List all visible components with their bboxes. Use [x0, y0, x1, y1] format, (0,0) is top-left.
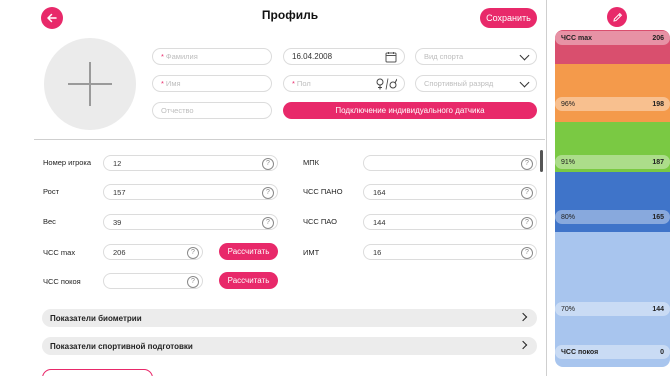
hr-zone-percent: ЧСС покоя: [561, 348, 599, 356]
hr-zone-band: 91% 187: [555, 122, 670, 172]
hr-pao-input[interactable]: 144 ?: [363, 214, 537, 230]
edit-button[interactable]: [607, 7, 627, 27]
pencil-icon: [612, 12, 622, 22]
height-label: Рост: [43, 187, 60, 196]
player-number-input[interactable]: 12 ?: [103, 155, 278, 171]
hr-rest-label: ЧСС покоя: [43, 277, 81, 286]
help-icon[interactable]: ?: [521, 216, 533, 229]
lastname-field[interactable]: * Фамилия: [152, 48, 272, 65]
rank-select[interactable]: Спортивный разряд: [415, 75, 537, 92]
hr-zone-label: 70% 144: [555, 302, 670, 316]
player-number-label: Номер игрока: [43, 158, 92, 167]
help-icon[interactable]: ?: [262, 216, 274, 229]
mpk-label: МПК: [303, 158, 320, 167]
gender-icon[interactable]: [375, 78, 397, 90]
firstname-field[interactable]: * Имя: [152, 75, 272, 92]
help-icon[interactable]: ?: [521, 157, 533, 170]
connect-sensor-button[interactable]: Подключение индивидуального датчика: [283, 102, 537, 119]
sports-training-section[interactable]: Показатели спортивной подготовки: [42, 337, 537, 355]
hr-zone-value: 187: [652, 158, 664, 166]
bmi-input[interactable]: 16 ?: [363, 244, 537, 260]
bottom-action-button[interactable]: [42, 369, 153, 376]
birthdate-field[interactable]: 16.04.2008: [283, 48, 405, 65]
hr-zone-percent: 70%: [561, 305, 576, 313]
chevron-down-icon: [519, 77, 530, 88]
hr-zone-percent: ЧСС max: [561, 34, 592, 42]
hr-zones-bar: ЧСС max 206 96% 198 91% 187 80% 165 70% 144 ЧСС по…: [555, 30, 670, 367]
hr-zone-band: 70% 144: [555, 232, 670, 322]
hr-pano-label: ЧСС ПАНО: [303, 187, 343, 196]
hr-max-input[interactable]: 206 ?: [103, 244, 203, 260]
hr-zone-value: 198: [652, 100, 664, 108]
profile-main-panel: Профиль Сохранить * Фамилия 16.04.2008 Ви…: [0, 0, 546, 376]
hr-pao-label: ЧСС ПАО: [303, 217, 337, 226]
weight-input[interactable]: 39 ?: [103, 214, 278, 230]
scrollbar[interactable]: [540, 150, 543, 172]
patronymic-field[interactable]: Отчество: [152, 102, 272, 119]
hr-zone-percent: 96%: [561, 100, 576, 108]
bmi-label: ИМТ: [303, 248, 320, 257]
help-icon[interactable]: ?: [262, 157, 274, 170]
height-input[interactable]: 157 ?: [103, 184, 278, 200]
hr-zone-value: 206: [652, 34, 664, 42]
help-icon[interactable]: ?: [187, 275, 199, 288]
hr-zone-label: 91% 187: [555, 155, 670, 169]
weight-label: Вес: [43, 217, 56, 226]
section-divider: [34, 139, 545, 140]
calculate-hr-max-button[interactable]: Рассчитать: [219, 243, 278, 260]
biometrics-section[interactable]: Показатели биометрии: [42, 309, 537, 327]
hr-zone-value: 165: [652, 213, 664, 221]
help-icon[interactable]: ?: [521, 186, 533, 199]
hr-zone-percent: 80%: [561, 213, 576, 221]
hr-zone-band: 96% 198: [555, 64, 670, 122]
hr-zone-value: 0: [660, 348, 664, 356]
hr-zone-value: 144: [652, 305, 664, 313]
help-icon[interactable]: ?: [521, 246, 533, 259]
avatar-upload[interactable]: [44, 38, 136, 130]
hr-zone-band: 80% 165: [555, 172, 670, 232]
hr-rest-input[interactable]: ?: [103, 273, 203, 289]
hr-zone-band: ЧСС max 206: [555, 30, 670, 64]
chevron-right-icon: [518, 340, 528, 350]
hr-zone-label: ЧСС покоя 0: [555, 345, 670, 359]
calendar-icon[interactable]: [385, 51, 397, 63]
help-icon[interactable]: ?: [187, 246, 199, 259]
calculate-hr-rest-button[interactable]: Рассчитать: [219, 272, 278, 289]
hr-zones-panel: ЧСС max 206 96% 198 91% 187 80% 165 70% 144 ЧСС по…: [547, 0, 670, 376]
mpk-input[interactable]: ?: [363, 155, 537, 171]
hr-zone-label: ЧСС max 206: [555, 31, 670, 45]
hr-zone-label: 96% 198: [555, 97, 670, 111]
gender-field[interactable]: * Пол: [283, 75, 405, 92]
help-icon[interactable]: ?: [262, 186, 274, 199]
chevron-right-icon: [518, 312, 528, 322]
sport-select[interactable]: Вид спорта: [415, 48, 537, 65]
hr-zone-label: 80% 165: [555, 210, 670, 224]
chevron-down-icon: [519, 50, 530, 61]
hr-zone-band: ЧСС покоя 0: [555, 322, 670, 367]
hr-max-label: ЧСС max: [43, 248, 76, 257]
hr-pano-input[interactable]: 164 ?: [363, 184, 537, 200]
save-button[interactable]: Сохранить: [480, 8, 537, 28]
hr-zone-percent: 91%: [561, 158, 576, 166]
